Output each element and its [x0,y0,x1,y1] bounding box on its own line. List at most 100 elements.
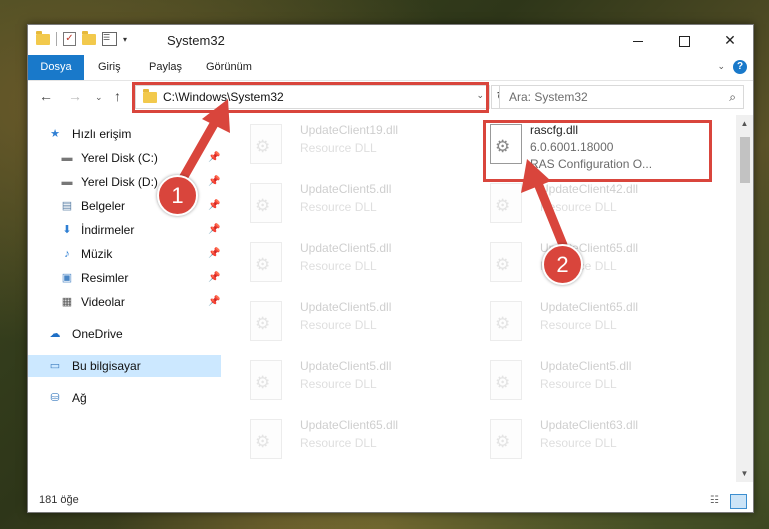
tiles-view-icon[interactable] [730,494,747,509]
file-name: UpdateClient63.dll [540,418,639,432]
folder-icon [36,30,50,45]
sidebar-item-music[interactable]: ♪ Müzik 📌 [28,243,221,265]
sidebar-item-this-pc[interactable]: ▭ Bu bilgisayar [28,355,221,377]
computer-icon: ▭ [49,360,61,372]
star-icon: ★ [50,128,60,140]
file-item[interactable]: UpdateClient5.dll Resource DLL [484,356,704,414]
sidebar-item-label: Yerel Disk (C:) [81,151,158,165]
sidebar-item-label: Videolar [81,295,125,309]
tab-file[interactable]: Dosya [28,55,84,80]
sidebar-item-label: İndirmeler [81,223,135,237]
list-properties-icon[interactable]: ☰ [102,32,117,46]
search-placeholder: Ara: System32 [509,90,588,104]
properties-check-icon[interactable]: ✓ [63,32,76,46]
file-description: Resource DLL [300,200,377,214]
ribbon-tabs: Dosya Giriş Paylaş Görünüm ⌄ ? [28,55,753,81]
back-arrow-icon[interactable]: ← [39,88,53,104]
file-item[interactable]: UpdateClient5.dll Resource DLL [244,297,464,355]
details-view-icon[interactable]: ☷ [710,495,725,506]
dll-file-icon [250,419,282,459]
file-description: Resource DLL [540,436,617,450]
window-title: System32 [167,33,225,48]
recent-locations-icon[interactable]: ⌄ [95,92,103,103]
file-item[interactable]: UpdateClient5.dll Resource DLL [244,179,464,237]
dll-file-icon [490,419,522,459]
sidebar-item-label: Yerel Disk (D:) [81,175,158,189]
pictures-icon: ▣ [61,272,73,284]
sidebar-item-label: Bu bilgisayar [72,359,141,373]
sidebar-item-label: Müzik [81,247,113,261]
tab-view[interactable]: Görünüm [206,55,252,80]
file-name: UpdateClient5.dll [300,359,392,373]
tab-share[interactable]: Paylaş [149,55,182,80]
documents-icon: ▤ [61,200,73,212]
file-name: UpdateClient65.dll [300,418,399,432]
pin-icon[interactable]: 📌 [208,291,220,313]
file-description: Resource DLL [540,377,617,391]
search-input[interactable]: Ara: System32 ⌕ [499,85,744,109]
item-count: 181 öğe [39,494,79,506]
file-description: Resource DLL [540,318,617,332]
file-description: Resource DLL [300,318,377,332]
dll-file-icon [490,360,522,400]
sidebar-item-label: Hızlı erişim [72,127,132,141]
status-bar: 181 öğe ☷ [28,491,753,512]
file-item[interactable]: UpdateClient65.dll Resource DLL [244,415,464,473]
vertical-scrollbar[interactable]: ▲ ▼ [736,115,753,482]
pin-icon[interactable]: 📌 [208,243,220,265]
file-item[interactable]: UpdateClient19.dll Resource DLL [244,120,464,178]
sidebar-item-label: Belgeler [81,199,126,213]
music-icon: ♪ [64,248,70,260]
dll-file-icon [490,301,522,341]
quick-access-toolbar: ✓ ☰ ▾ [36,30,127,46]
maximize-icon [678,35,690,47]
separator [56,32,57,46]
file-description: Resource DLL [300,259,377,273]
sidebar-item-videos[interactable]: ▦ Videolar 📌 [28,291,221,313]
drive-icon: ▬ [61,152,73,164]
dll-file-icon [250,242,282,282]
scroll-up-icon[interactable]: ▲ [736,115,753,132]
sidebar-item-label: OneDrive [72,327,123,341]
sidebar-item-onedrive[interactable]: ☁ OneDrive [28,323,221,345]
search-icon[interactable]: ⌕ [729,90,736,105]
sidebar-item-label: Ağ [72,391,87,405]
file-item[interactable]: UpdateClient63.dll Resource DLL [484,415,704,473]
scroll-thumb[interactable] [740,137,750,183]
sidebar-item-downloads[interactable]: ⬇ İndirmeler 📌 [28,219,221,241]
title-bar: ✓ ☰ ▾ System32 ✕ [28,25,753,55]
new-folder-icon[interactable] [82,30,96,45]
minimize-icon [633,40,643,42]
close-icon: ✕ [724,32,736,48]
file-item[interactable]: UpdateClient65.dll Resource DLL [484,297,704,355]
sidebar-item-pictures[interactable]: ▣ Resimler 📌 [28,267,221,289]
close-button[interactable]: ✕ [707,25,753,55]
scroll-down-icon[interactable]: ▼ [736,465,753,482]
file-name: UpdateClient19.dll [300,123,399,137]
pin-icon[interactable]: 📌 [208,219,220,241]
file-name: UpdateClient5.dll [540,359,632,373]
cloud-icon: ☁ [49,328,61,340]
help-icon[interactable]: ? [733,60,747,74]
qat-dropdown-icon[interactable]: ▾ [123,35,127,44]
file-item[interactable]: UpdateClient5.dll Resource DLL [244,238,464,296]
up-arrow-icon[interactable]: ↑ [114,88,121,104]
tab-home[interactable]: Giriş [98,55,121,80]
file-name: UpdateClient5.dll [300,182,392,196]
maximize-button[interactable] [661,25,707,55]
step-1-badge: 1 [157,175,198,216]
forward-arrow-icon[interactable]: → [68,88,82,104]
step-2-badge: 2 [542,244,583,285]
dll-file-icon [250,183,282,223]
dll-file-icon [250,124,282,164]
drive-icon: ▬ [61,176,73,188]
file-name: UpdateClient5.dll [300,241,392,255]
file-item[interactable]: UpdateClient5.dll Resource DLL [244,356,464,414]
file-description: Resource DLL [300,377,377,391]
dll-file-icon [250,301,282,341]
minimize-button[interactable] [615,25,661,55]
pin-icon[interactable]: 📌 [208,267,220,289]
file-name: UpdateClient65.dll [540,300,639,314]
expand-ribbon-icon[interactable]: ⌄ [717,61,725,72]
sidebar-item-network[interactable]: ⛁ Ağ [28,387,221,409]
